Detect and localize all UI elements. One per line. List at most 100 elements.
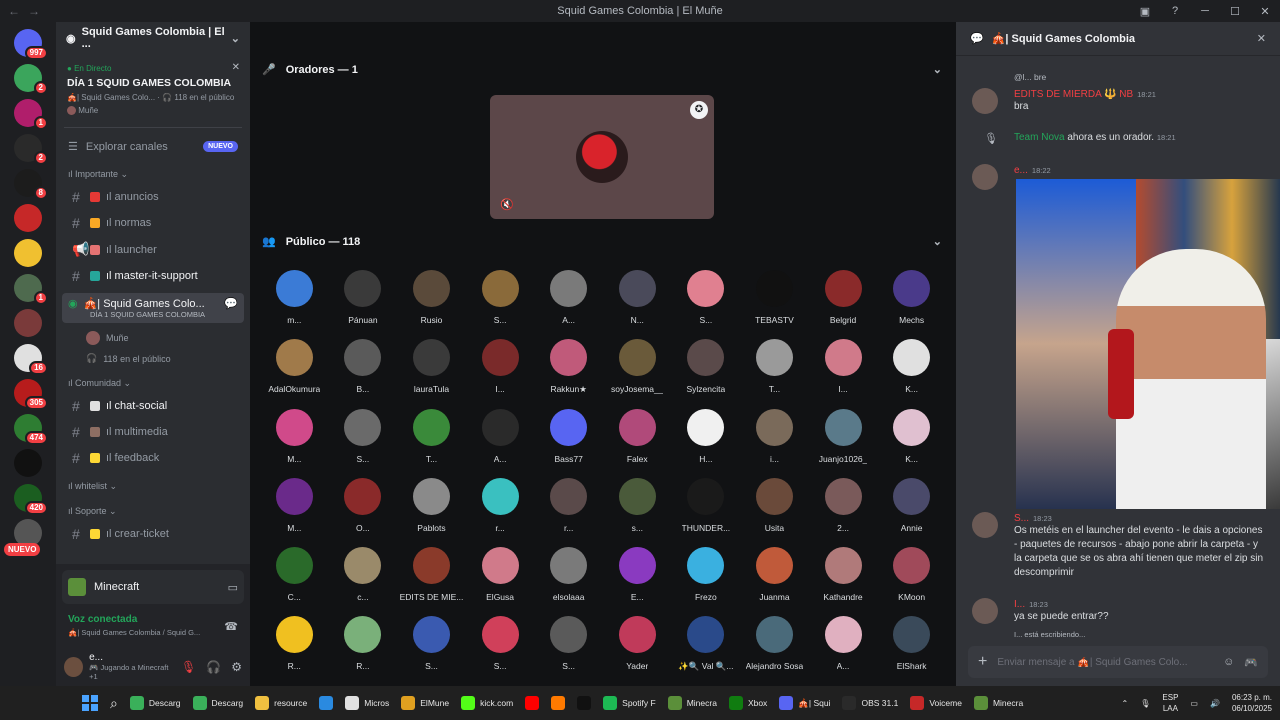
volume-icon[interactable]: 🔊 xyxy=(1210,699,1220,708)
taskbar-app[interactable]: 🎪| Squi xyxy=(779,696,830,710)
channel-category[interactable]: ıl Importante ⌄ xyxy=(56,159,250,184)
emoji-icon[interactable]: ☺ xyxy=(1223,656,1234,668)
close-window-button[interactable]: ✕ xyxy=(1250,5,1280,18)
taskbar-app[interactable] xyxy=(577,696,592,710)
activity-icon[interactable]: 🎮 xyxy=(1244,656,1258,669)
channel-category[interactable]: ıl whitelist ⌄ xyxy=(56,471,250,496)
audience-member[interactable]: K... xyxy=(877,409,946,464)
guild-header[interactable]: ◉ Squid Games Colombia | El ... ⌄ xyxy=(56,22,250,54)
audience-member[interactable]: ElShark xyxy=(877,616,946,672)
audience-member[interactable]: A... xyxy=(534,270,603,325)
audience-member[interactable]: Juanjo1026_ xyxy=(809,409,878,464)
language-indicator[interactable]: ESP LAA xyxy=(1162,692,1178,714)
server-icon[interactable]: 997 xyxy=(14,29,48,60)
audience-member[interactable]: ElGusa xyxy=(466,547,535,602)
avatar[interactable] xyxy=(972,164,998,190)
clock[interactable]: 06:23 p. m. 06/10/2025 xyxy=(1232,692,1272,714)
audience-member[interactable]: Frezo xyxy=(672,547,741,602)
server-icon[interactable] xyxy=(14,204,42,232)
taskbar-app[interactable]: resource xyxy=(255,696,307,710)
server-icon[interactable] xyxy=(14,309,42,337)
audience-member[interactable]: B... xyxy=(329,339,398,395)
audience-member[interactable]: S... xyxy=(534,616,603,672)
taskbar-app[interactable] xyxy=(525,696,540,710)
audience-member[interactable]: Pablots xyxy=(397,478,466,533)
close-icon[interactable]: ✕ xyxy=(232,62,240,73)
audience-member[interactable]: S... xyxy=(397,616,466,672)
audience-member[interactable]: lauraTula xyxy=(397,339,466,395)
audience-member[interactable]: Rakkun★ xyxy=(534,339,603,395)
channel-category[interactable]: ıl Comunidad ⌄ xyxy=(56,368,250,393)
channel-item[interactable]: # ıl crear-ticket xyxy=(62,521,244,547)
audience-member[interactable]: C... xyxy=(260,547,329,602)
audience-member[interactable]: S... xyxy=(329,409,398,464)
audience-member[interactable]: Alejandro Sosa xyxy=(740,616,809,672)
audience-member[interactable]: Yader xyxy=(603,616,672,672)
server-icon[interactable]: 16 xyxy=(14,344,48,375)
audience-member[interactable]: A... xyxy=(466,409,535,464)
server-icon[interactable] xyxy=(14,239,42,267)
audience-member[interactable]: THUNDER... xyxy=(672,478,741,533)
taskbar-app[interactable] xyxy=(319,696,334,710)
audience-member[interactable]: Rusio xyxy=(397,270,466,325)
help-icon[interactable]: ? xyxy=(1160,5,1190,17)
audience-member[interactable]: r... xyxy=(534,478,603,533)
voice-connected-label[interactable]: Voz conectada xyxy=(68,614,238,625)
server-icon[interactable]: 1 xyxy=(14,274,48,305)
reply-preview[interactable]: @l... bre xyxy=(1014,72,1046,82)
audience-member[interactable]: R... xyxy=(329,616,398,672)
forward-arrow-icon[interactable]: → xyxy=(28,4,40,18)
audience-member[interactable]: TEBASTV xyxy=(740,270,809,325)
close-icon[interactable]: ✕ xyxy=(1257,32,1266,45)
network-icon[interactable]: ▭ xyxy=(1190,699,1198,708)
audience-member[interactable]: soyJosema__ xyxy=(603,339,672,395)
audience-member[interactable]: S... xyxy=(466,270,535,325)
audience-member[interactable]: m... xyxy=(260,270,329,325)
channel-category[interactable]: ıl Soporte ⌄ xyxy=(56,496,250,521)
audience-member[interactable]: S... xyxy=(466,616,535,672)
search-icon[interactable]: ⌕ xyxy=(110,695,118,712)
audience-member[interactable]: Juanma xyxy=(740,547,809,602)
audience-member[interactable]: c... xyxy=(329,547,398,602)
chat-bubble-icon[interactable]: 💬 xyxy=(224,297,238,310)
taskbar-app[interactable]: kick.com xyxy=(461,696,513,710)
audience-member[interactable]: Belgrid xyxy=(809,270,878,325)
start-button[interactable] xyxy=(82,695,98,711)
speakers-header[interactable]: 🎤 Oradores — 1 ⌄ xyxy=(262,63,942,77)
audience-member[interactable]: A... xyxy=(809,616,878,672)
avatar[interactable] xyxy=(972,598,998,624)
audience-member[interactable]: E... xyxy=(603,547,672,602)
audience-member[interactable]: Sylzencita xyxy=(672,339,741,395)
audience-member[interactable]: Usita xyxy=(740,478,809,533)
audience-member[interactable]: Bass77 xyxy=(534,409,603,464)
taskbar-app[interactable]: ElMune xyxy=(401,696,449,710)
maximize-button[interactable]: ☐ xyxy=(1220,5,1250,18)
audience-header[interactable]: 👥 Público — 118 ⌄ xyxy=(262,235,942,249)
audience-member[interactable]: KMoon xyxy=(877,547,946,602)
audience-member[interactable]: Annie xyxy=(877,478,946,533)
taskbar-app[interactable]: Voiceme xyxy=(910,696,962,710)
minimize-button[interactable]: ─ xyxy=(1190,5,1220,17)
channel-item[interactable]: # ıl chat-social xyxy=(62,393,244,419)
audience-member[interactable]: S... xyxy=(672,270,741,325)
audience-member[interactable]: Mechs xyxy=(877,270,946,325)
taskbar-app[interactable] xyxy=(551,696,566,710)
headphones-icon[interactable]: 🎧 xyxy=(206,660,221,674)
explore-channels[interactable]: ☰ Explorar canales NUEVO xyxy=(56,134,250,159)
live-event-card[interactable]: ● En Directo DÍA 1 SQUID GAMES COLOMBIA … xyxy=(62,58,244,121)
audience-member[interactable]: Falex xyxy=(603,409,672,464)
channel-item[interactable]: # ıl normas xyxy=(62,210,244,236)
channel-item[interactable]: # ıl multimedia xyxy=(62,419,244,445)
audience-member[interactable]: s... xyxy=(603,478,672,533)
stage-speaker-row[interactable]: Muñe xyxy=(56,327,250,349)
speaker-card[interactable]: ✪ 🔇 xyxy=(490,95,714,219)
audience-member[interactable]: ✨🔍 Val 🔍... xyxy=(672,616,741,672)
channel-item[interactable]: # ıl anuncios xyxy=(62,184,244,210)
audience-member[interactable]: M... xyxy=(260,478,329,533)
audience-member[interactable]: EDITS DE MIE... xyxy=(397,547,466,602)
taskbar-app[interactable]: Descarg xyxy=(129,696,181,710)
channel-item[interactable]: # ıl feedback xyxy=(62,445,244,471)
server-icon[interactable]: 474 xyxy=(14,414,48,445)
server-icon[interactable] xyxy=(14,449,42,477)
back-arrow-icon[interactable]: ← xyxy=(8,4,20,18)
